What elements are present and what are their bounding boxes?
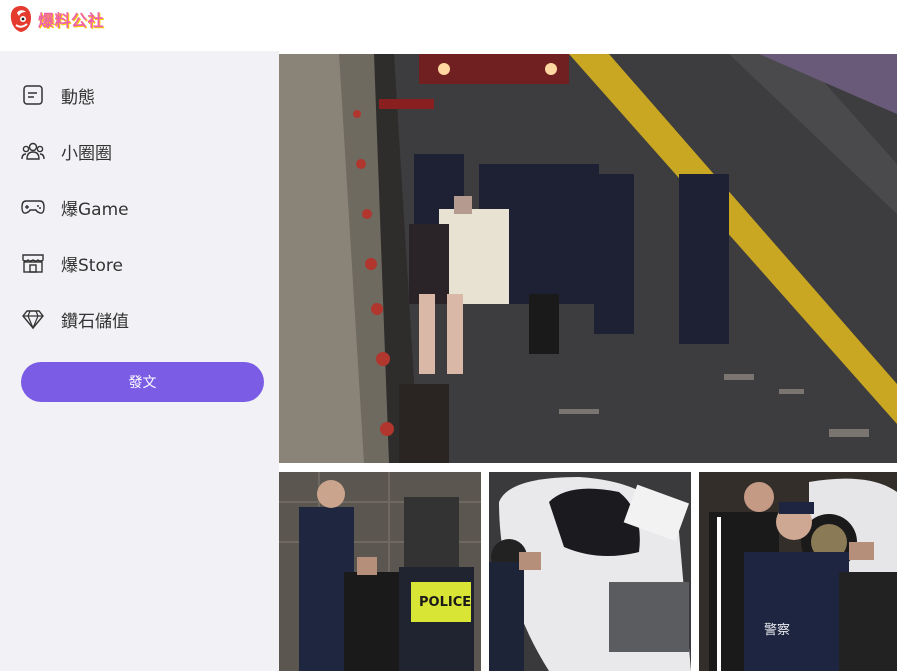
- gallery-photo-3[interactable]: [489, 472, 691, 671]
- groups-icon: [20, 138, 46, 164]
- feed-icon: [20, 82, 46, 108]
- sidebar-item-label: 爆Game: [61, 199, 129, 220]
- sidebar-item-diamond[interactable]: 鑽石儲值: [20, 303, 129, 335]
- officers-image: 警察: [699, 472, 897, 671]
- top-bar: 爆料公社: [0, 0, 897, 51]
- diamond-icon: [20, 306, 46, 332]
- police-vest-text: POLICE: [419, 595, 471, 610]
- sidebar: 動態 小圈圈 爆Game 爆Store 鑽石儲值 發文: [0, 51, 279, 671]
- store-icon: [20, 250, 46, 276]
- sidebar-item-game[interactable]: 爆Game: [20, 191, 129, 223]
- main-photo[interactable]: [279, 54, 897, 463]
- logo-text: 爆料公社: [38, 11, 105, 30]
- police-back-text: 警察: [764, 622, 790, 638]
- police-scene-image: POLICE: [279, 472, 481, 671]
- street-scene-image: [279, 54, 897, 463]
- sidebar-item-store[interactable]: 爆Store: [20, 247, 123, 279]
- post-button[interactable]: 發文: [21, 362, 264, 402]
- sidebar-item-label: 動態: [61, 87, 95, 108]
- gamepad-icon: [20, 194, 46, 220]
- gallery-photo-2[interactable]: POLICE: [279, 472, 481, 671]
- damaged-car-image: [489, 472, 691, 671]
- sidebar-item-feed[interactable]: 動態: [20, 79, 95, 111]
- site-logo[interactable]: 爆料公社: [8, 4, 104, 34]
- sidebar-item-label: 鑽石儲值: [61, 311, 129, 332]
- sidebar-item-label: 小圈圈: [61, 143, 112, 164]
- gallery-photo-4[interactable]: 警察: [699, 472, 897, 671]
- logo-mascot-icon: [10, 6, 31, 32]
- sidebar-item-label: 爆Store: [61, 255, 123, 276]
- sidebar-item-groups[interactable]: 小圈圈: [20, 135, 112, 167]
